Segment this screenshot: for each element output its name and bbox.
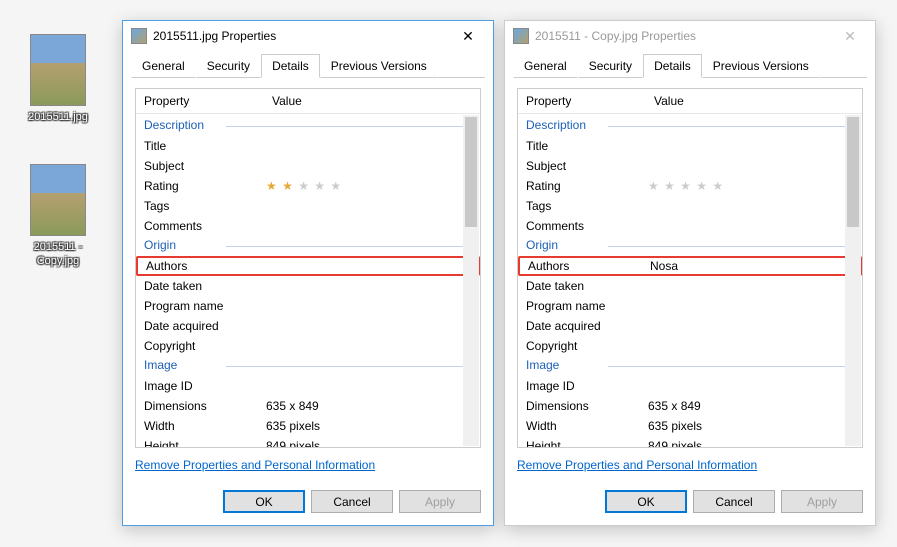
row-height[interactable]: Height849 pixels xyxy=(136,436,480,447)
vertical-scrollbar[interactable] xyxy=(845,115,861,446)
row-title[interactable]: Title xyxy=(136,136,480,156)
close-button[interactable]: ✕ xyxy=(827,21,873,51)
row-title[interactable]: Title xyxy=(518,136,862,156)
row-width[interactable]: Width635 pixels xyxy=(518,416,862,436)
file-label: 2015511.jpg xyxy=(18,110,98,124)
desktop-file-1[interactable]: 2015511.jpg xyxy=(18,34,98,124)
row-subject[interactable]: Subject xyxy=(518,156,862,176)
row-date-taken[interactable]: Date taken xyxy=(136,276,480,296)
details-grid: Property Value Description Title Subject… xyxy=(135,88,481,448)
row-authors[interactable]: AuthorsNosa xyxy=(518,256,862,276)
row-width[interactable]: Width635 pixels xyxy=(136,416,480,436)
row-tags[interactable]: Tags xyxy=(136,196,480,216)
row-copyright[interactable]: Copyright xyxy=(136,336,480,356)
column-header-value[interactable]: Value xyxy=(264,89,480,113)
cancel-button[interactable]: Cancel xyxy=(693,490,775,513)
row-comments[interactable]: Comments xyxy=(136,216,480,236)
row-image-id[interactable]: Image ID xyxy=(136,376,480,396)
row-dimensions[interactable]: Dimensions635 x 849 xyxy=(136,396,480,416)
tab-strip: General Security Details Previous Versio… xyxy=(505,51,875,78)
cancel-button[interactable]: Cancel xyxy=(311,490,393,513)
properties-window-right: 2015511 - Copy.jpg Properties ✕ General … xyxy=(504,20,876,526)
row-height[interactable]: Height849 pixels xyxy=(518,436,862,447)
row-dimensions[interactable]: Dimensions635 x 849 xyxy=(518,396,862,416)
row-program-name[interactable]: Program name xyxy=(136,296,480,316)
remove-properties-link[interactable]: Remove Properties and Personal Informati… xyxy=(135,458,481,472)
scroll-thumb[interactable] xyxy=(847,117,859,227)
tab-details[interactable]: Details xyxy=(643,54,702,78)
file-icon xyxy=(131,28,147,44)
file-thumbnail-icon xyxy=(30,34,86,106)
row-tags[interactable]: Tags xyxy=(518,196,862,216)
tab-previous-versions[interactable]: Previous Versions xyxy=(320,54,438,78)
row-program-name[interactable]: Program name xyxy=(518,296,862,316)
ok-button[interactable]: OK xyxy=(223,490,305,513)
ok-button[interactable]: OK xyxy=(605,490,687,513)
properties-window-left: 2015511.jpg Properties ✕ General Securit… xyxy=(122,20,494,526)
column-header-property[interactable]: Property xyxy=(518,89,646,113)
tab-previous-versions[interactable]: Previous Versions xyxy=(702,54,820,78)
row-authors[interactable]: Authors xyxy=(136,256,480,276)
section-origin: Origin xyxy=(518,236,862,256)
titlebar[interactable]: 2015511 - Copy.jpg Properties ✕ xyxy=(505,21,875,51)
file-label: 2015511 - Copy.jpg xyxy=(18,240,98,268)
titlebar[interactable]: 2015511.jpg Properties ✕ xyxy=(123,21,493,51)
tab-security[interactable]: Security xyxy=(578,54,643,78)
column-header-property[interactable]: Property xyxy=(136,89,264,113)
window-title: 2015511 - Copy.jpg Properties xyxy=(535,29,827,43)
row-rating[interactable]: Rating★ ★ ★ ★ ★ xyxy=(136,176,480,196)
close-button[interactable]: ✕ xyxy=(445,21,491,51)
row-copyright[interactable]: Copyright xyxy=(518,336,862,356)
vertical-scrollbar[interactable] xyxy=(463,115,479,446)
desktop-file-2[interactable]: 2015511 - Copy.jpg xyxy=(18,164,98,268)
details-grid: Property Value Description Title Subject… xyxy=(517,88,863,448)
row-date-acquired[interactable]: Date acquired xyxy=(518,316,862,336)
tab-general[interactable]: General xyxy=(513,54,578,78)
file-thumbnail-icon xyxy=(30,164,86,236)
row-date-acquired[interactable]: Date acquired xyxy=(136,316,480,336)
apply-button[interactable]: Apply xyxy=(399,490,481,513)
tab-strip: General Security Details Previous Versio… xyxy=(123,51,493,78)
apply-button[interactable]: Apply xyxy=(781,490,863,513)
row-rating[interactable]: Rating★ ★ ★ ★ ★ xyxy=(518,176,862,196)
scroll-thumb[interactable] xyxy=(465,117,477,227)
rating-stars[interactable]: ★ ★ ★ ★ ★ xyxy=(266,179,342,193)
row-image-id[interactable]: Image ID xyxy=(518,376,862,396)
row-date-taken[interactable]: Date taken xyxy=(518,276,862,296)
section-description: Description xyxy=(136,116,480,136)
row-comments[interactable]: Comments xyxy=(518,216,862,236)
file-icon xyxy=(513,28,529,44)
tab-general[interactable]: General xyxy=(131,54,196,78)
section-image: Image xyxy=(136,356,480,376)
tab-details[interactable]: Details xyxy=(261,54,320,78)
remove-properties-link[interactable]: Remove Properties and Personal Informati… xyxy=(517,458,863,472)
column-header-value[interactable]: Value xyxy=(646,89,862,113)
section-description: Description xyxy=(518,116,862,136)
section-origin: Origin xyxy=(136,236,480,256)
section-image: Image xyxy=(518,356,862,376)
row-subject[interactable]: Subject xyxy=(136,156,480,176)
tab-security[interactable]: Security xyxy=(196,54,261,78)
window-title: 2015511.jpg Properties xyxy=(153,29,445,43)
rating-stars[interactable]: ★ ★ ★ ★ ★ xyxy=(648,179,724,193)
